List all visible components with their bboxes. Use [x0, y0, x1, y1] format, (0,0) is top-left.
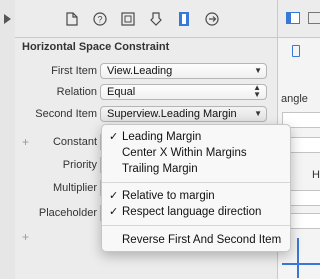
- up-down-arrows-icon: ▲ ▼: [253, 83, 261, 99]
- priority-label: Priority: [62, 159, 97, 171]
- document-icon: [292, 45, 300, 57]
- right-panel-toolbar: [278, 0, 320, 38]
- file-inspector-tab[interactable]: [63, 10, 81, 28]
- first-item-label: First Item: [51, 65, 97, 77]
- second-item-value: Superview.Leading Margin: [107, 108, 237, 120]
- attributes-inspector-tab[interactable]: [147, 10, 165, 28]
- menu-item-label: Trailing Margin: [122, 163, 198, 175]
- partial-label-angle: angle: [281, 93, 308, 105]
- menu-item-label: Center X Within Margins: [122, 147, 247, 159]
- first-item-popup[interactable]: View.Leading ▼: [100, 63, 267, 79]
- svg-text:?: ?: [97, 15, 102, 25]
- menu-item-leading-margin[interactable]: ✓ Leading Margin: [102, 129, 290, 145]
- constant-label: Constant: [52, 136, 97, 148]
- disclosure-arrow-icon[interactable]: [4, 14, 11, 24]
- placeholder-label: Placeholder: [38, 207, 97, 219]
- second-item-label: Second Item: [35, 108, 97, 120]
- second-item-dropdown-menu: ✓ Leading Margin Center X Within Margins…: [101, 124, 291, 252]
- chevron-down-icon: ▼: [254, 66, 262, 75]
- file-icon: [66, 12, 78, 26]
- relation-value: Equal: [107, 86, 136, 98]
- menu-item-label: Reverse First And Second Item: [122, 234, 282, 246]
- menu-item-label: Relative to margin: [122, 190, 215, 202]
- menu-item-center-x-within-margins[interactable]: Center X Within Margins: [102, 145, 290, 161]
- panel-toggle-icon[interactable]: [308, 12, 320, 24]
- relation-label: Relation: [56, 86, 97, 98]
- identity-icon: [121, 12, 135, 26]
- menu-item-reverse-first-and-second-item[interactable]: Reverse First And Second Item: [102, 232, 290, 248]
- add-variation-icon[interactable]: +: [22, 230, 29, 244]
- checkmark-icon: ✓: [109, 190, 119, 202]
- menu-item-label: Leading Margin: [122, 131, 202, 143]
- menu-separator: [102, 182, 290, 183]
- section-title: Horizontal Space Constraint: [22, 41, 170, 53]
- identity-inspector-tab[interactable]: [119, 10, 137, 28]
- multiplier-label: Multiplier: [52, 182, 97, 194]
- checkmark-icon: ✓: [109, 131, 119, 143]
- relation-popup[interactable]: Equal ▲ ▼: [100, 84, 267, 100]
- menu-item-respect-language-direction[interactable]: ✓ Respect language direction: [102, 204, 290, 220]
- connections-inspector-tab[interactable]: [203, 10, 221, 28]
- menu-separator: [102, 225, 290, 226]
- chevron-down-icon: ▼: [254, 109, 262, 118]
- second-item-popup[interactable]: Superview.Leading Margin ▼: [100, 106, 267, 122]
- size-inspector-tab[interactable]: [175, 10, 193, 28]
- partial-label-he: He: [312, 169, 320, 181]
- connections-icon: [205, 12, 219, 26]
- menu-item-label: Respect language direction: [122, 206, 262, 218]
- first-item-value: View.Leading: [107, 65, 173, 77]
- constant-add-variation-icon[interactable]: +: [22, 135, 29, 149]
- checkmark-icon: ✓: [109, 206, 119, 218]
- attributes-icon: [150, 12, 162, 26]
- quick-help-icon: ?: [93, 12, 107, 26]
- size-icon: [179, 12, 189, 26]
- inspector-tab-bar: ?: [15, 0, 277, 38]
- menu-item-trailing-margin[interactable]: Trailing Margin: [102, 161, 290, 177]
- menu-item-relative-to-margin[interactable]: ✓ Relative to margin: [102, 188, 290, 204]
- quick-help-tab[interactable]: ?: [91, 10, 109, 28]
- layout-toggle-icon[interactable]: [286, 12, 300, 24]
- left-gutter: [0, 0, 16, 279]
